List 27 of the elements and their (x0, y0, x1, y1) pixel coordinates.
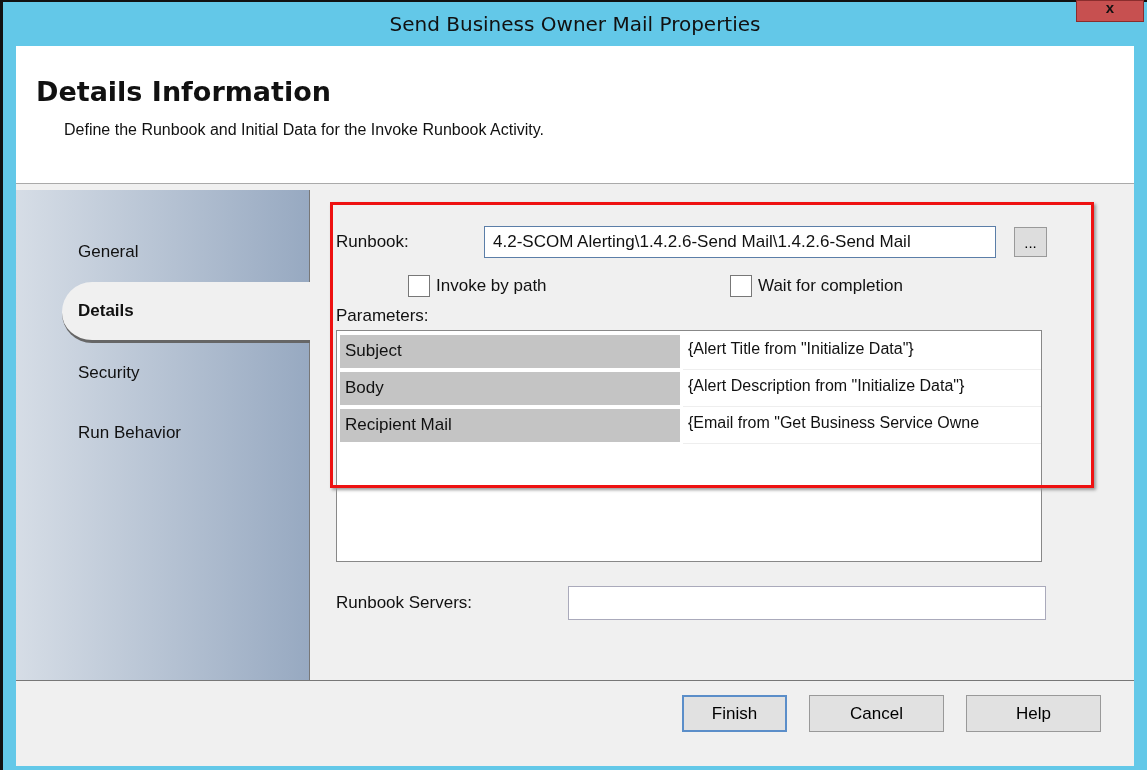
parameter-name: Body (340, 372, 680, 405)
page-heading: Details Information (36, 76, 332, 107)
window-title: Send Business Owner Mail Properties (389, 12, 761, 36)
runbook-field[interactable]: 4.2-SCOM Alerting\1.4.2.6-Send Mail\1.4.2.6-Send Mail (484, 226, 996, 258)
runbook-servers-label: Runbook Servers: (336, 593, 474, 613)
browse-button[interactable]: ... (1014, 227, 1047, 257)
runbook-label: Runbook: (336, 232, 410, 252)
dialog-button[interactable]: Help (966, 695, 1101, 732)
parameter-name: Subject (340, 335, 680, 368)
checkbox-label: Wait for completion (758, 276, 903, 296)
sidebar-tab[interactable]: General (16, 238, 309, 266)
dialog-button[interactable]: Finish (682, 695, 787, 732)
sidebar-tab[interactable]: Security (16, 359, 309, 387)
close-button[interactable]: x (1076, 0, 1144, 22)
dialog-button[interactable]: Cancel (809, 695, 944, 732)
parameters-label: Parameters: (336, 306, 430, 326)
page-description: Define the Runbook and Initial Data for the Invoke Runbook Activity. (64, 121, 545, 139)
checkbox[interactable] (408, 275, 430, 297)
sidebar-tab[interactable]: Details (62, 282, 310, 343)
checkbox-label: Invoke by path (436, 276, 547, 296)
runbook-servers-field[interactable] (568, 586, 1046, 620)
sidebar-tab[interactable]: Run Behavior (16, 419, 309, 447)
parameter-name: Recipient Mail (340, 409, 680, 442)
parameter-value[interactable]: {Email from "Get Business Service Owne (683, 407, 1041, 444)
parameter-value[interactable]: {Alert Description from "Initialize Data"} (683, 370, 1041, 407)
checkbox[interactable] (730, 275, 752, 297)
parameter-value[interactable]: {Alert Title from "Initialize Data"} (683, 333, 1041, 370)
